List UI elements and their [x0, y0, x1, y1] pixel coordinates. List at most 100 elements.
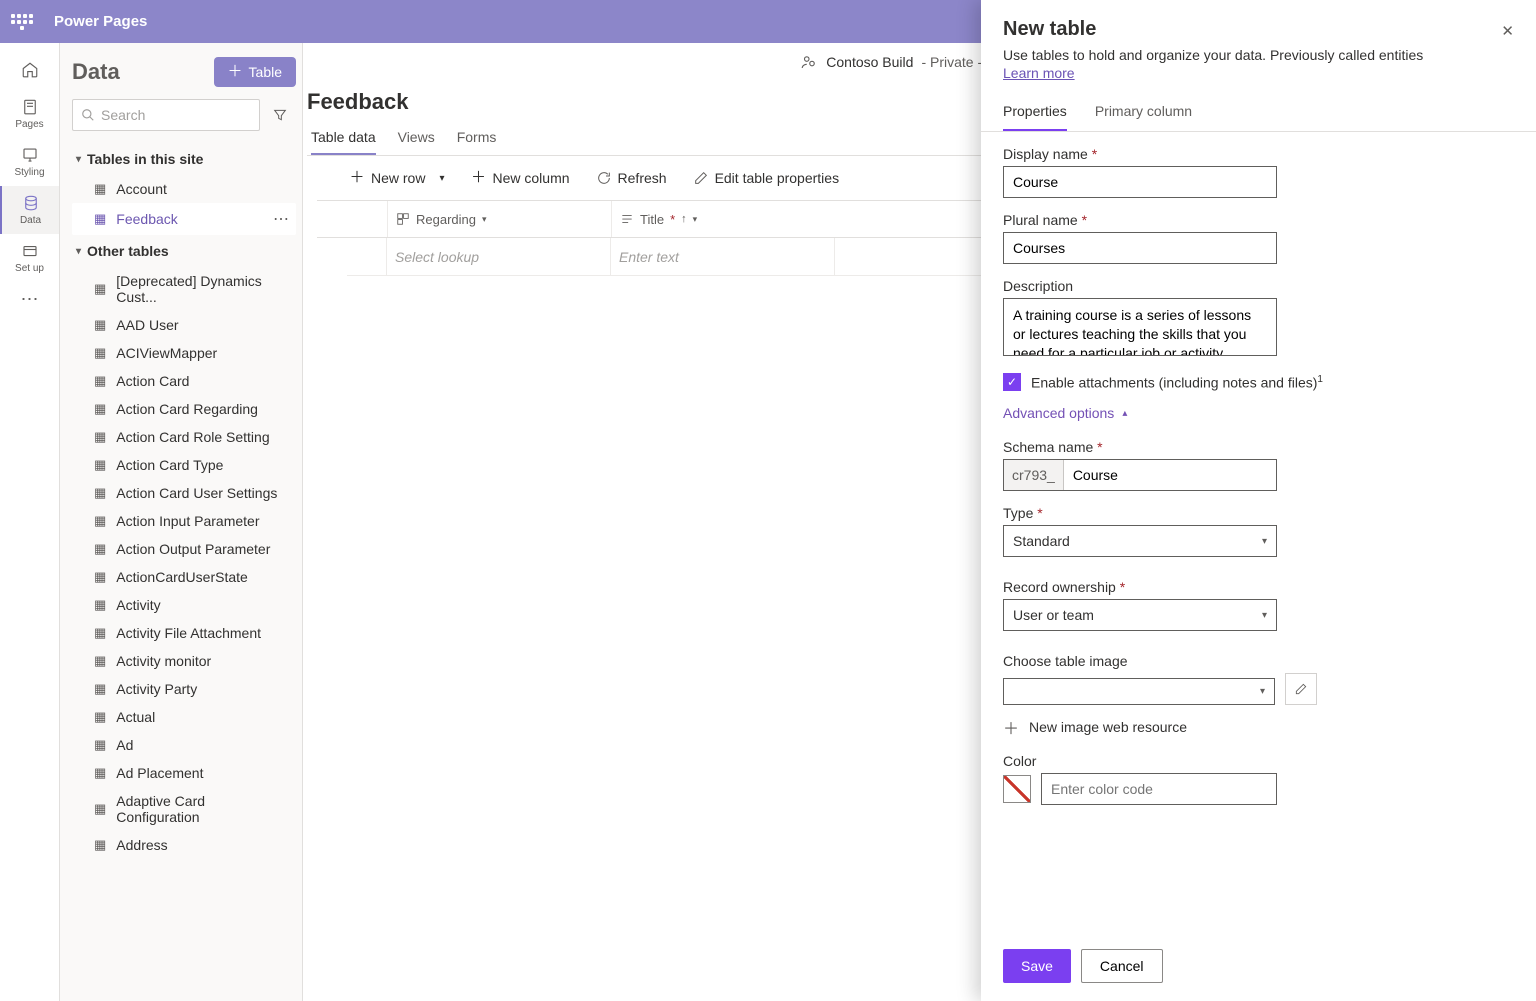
- rail-styling[interactable]: Styling: [0, 138, 59, 186]
- table-icon: ▦: [94, 765, 106, 781]
- chevron-down-icon: ▾: [1262, 536, 1267, 547]
- label-description: Description: [1003, 278, 1514, 294]
- table-icon: ▦: [94, 569, 106, 585]
- data-panel: Data ＋ Table Search ▾ Tables in this sit…: [60, 43, 303, 1001]
- table-item[interactable]: ▦Activity File Attachment: [72, 619, 296, 647]
- table-item[interactable]: ▦Adaptive Card Configuration: [72, 787, 296, 831]
- chevron-up-icon: ▴: [1122, 408, 1127, 419]
- waffle-icon[interactable]: [10, 10, 34, 34]
- table-item[interactable]: ▦Action Card Role Setting: [72, 423, 296, 451]
- color-swatch[interactable]: [1003, 775, 1031, 803]
- cell-title[interactable]: Enter text: [611, 238, 835, 275]
- tab-properties[interactable]: Properties: [1003, 103, 1067, 131]
- table-item[interactable]: ▦AAD User: [72, 311, 296, 339]
- label-choose-image: Choose table image: [1003, 653, 1514, 669]
- data-panel-title: Data: [72, 59, 120, 85]
- table-item[interactable]: ▦Activity Party: [72, 675, 296, 703]
- table-icon: ▦: [94, 513, 106, 529]
- rail-setup[interactable]: Set up: [0, 234, 59, 282]
- description-input[interactable]: [1003, 298, 1277, 356]
- table-item[interactable]: ▦ActionCardUserState: [72, 563, 296, 591]
- table-icon: ▦: [94, 681, 106, 697]
- table-item[interactable]: ▦Actual: [72, 703, 296, 731]
- refresh-button[interactable]: Refresh: [592, 168, 671, 188]
- new-column-button[interactable]: ＋New column: [467, 168, 574, 188]
- save-button[interactable]: Save: [1003, 949, 1071, 983]
- schema-prefix: cr793_: [1004, 460, 1064, 490]
- table-item[interactable]: ▦ACIViewMapper: [72, 339, 296, 367]
- table-item[interactable]: ▦Action Card Type: [72, 451, 296, 479]
- rail-more[interactable]: ⋯: [0, 282, 59, 319]
- table-item[interactable]: ▦Ad Placement: [72, 759, 296, 787]
- plus-icon: ＋: [349, 170, 365, 186]
- cell-regarding[interactable]: Select lookup: [387, 238, 611, 275]
- column-regarding[interactable]: Regarding ▾: [387, 201, 611, 237]
- tab-table-data[interactable]: Table data: [311, 121, 376, 155]
- table-icon: ▦: [94, 653, 106, 669]
- edit-properties-button[interactable]: Edit table properties: [689, 168, 844, 188]
- table-item[interactable]: ▦Activity: [72, 591, 296, 619]
- search-input[interactable]: Search: [72, 99, 260, 131]
- plural-name-input[interactable]: [1003, 232, 1277, 264]
- rail-home[interactable]: [0, 53, 59, 90]
- label-record-ownership: Record ownership *: [1003, 579, 1514, 595]
- table-icon: ▦: [94, 345, 106, 361]
- table-item[interactable]: ▦Action Card Regarding: [72, 395, 296, 423]
- table-item[interactable]: ▦Account: [72, 175, 296, 203]
- section-site-tables[interactable]: ▾ Tables in this site: [72, 143, 296, 175]
- display-name-input[interactable]: [1003, 166, 1277, 198]
- table-icon: ▦: [94, 181, 106, 197]
- table-item[interactable]: ▦Action Card User Settings: [72, 479, 296, 507]
- rail-data[interactable]: Data: [0, 186, 59, 234]
- table-item[interactable]: ▦Activity monitor: [72, 647, 296, 675]
- choose-image-select[interactable]: ▾: [1003, 678, 1275, 705]
- label-color: Color: [1003, 753, 1514, 769]
- table-icon: ▦: [94, 485, 106, 501]
- table-icon: ▦: [94, 709, 106, 725]
- new-table-button[interactable]: ＋ Table: [214, 57, 296, 87]
- table-icon: ▦: [94, 597, 106, 613]
- cancel-button[interactable]: Cancel: [1081, 949, 1163, 983]
- column-title[interactable]: Title * ↑ ▾: [611, 201, 835, 237]
- table-item[interactable]: ▦Ad: [72, 731, 296, 759]
- chevron-down-icon: ▾: [1262, 610, 1267, 621]
- table-item[interactable]: ▦Action Card: [72, 367, 296, 395]
- table-item[interactable]: ▦Action Output Parameter: [72, 535, 296, 563]
- plus-icon: ＋: [1003, 715, 1019, 739]
- table-icon: ▦: [94, 801, 106, 817]
- tab-forms[interactable]: Forms: [457, 121, 497, 155]
- checkbox-checked-icon: ✓: [1003, 373, 1021, 391]
- section-other-tables[interactable]: ▾ Other tables: [72, 235, 296, 267]
- nav-rail: Pages Styling Data Set up ⋯: [0, 43, 60, 1001]
- table-icon: ▦: [94, 625, 106, 641]
- more-icon[interactable]: ⋯: [273, 209, 290, 229]
- rail-pages[interactable]: Pages: [0, 90, 59, 138]
- advanced-options-toggle[interactable]: Advanced options ▴: [1003, 405, 1514, 421]
- record-ownership-select[interactable]: User or team▾: [1003, 599, 1277, 631]
- chevron-down-icon: ▾: [76, 246, 81, 257]
- chevron-down-icon: ▾: [693, 214, 698, 225]
- tab-views[interactable]: Views: [398, 121, 435, 155]
- table-item[interactable]: ▦Address: [72, 831, 296, 859]
- table-icon: ▦: [94, 211, 106, 227]
- close-icon[interactable]: ✕: [1501, 22, 1514, 40]
- table-item[interactable]: ▦Action Input Parameter: [72, 507, 296, 535]
- color-code-input[interactable]: [1041, 773, 1277, 805]
- new-row-button[interactable]: ＋New row: [345, 168, 429, 188]
- label-plural-name: Plural name *: [1003, 212, 1514, 228]
- new-image-button[interactable]: ＋ New image web resource: [1003, 715, 1514, 739]
- new-row-dropdown[interactable]: ▾: [435, 171, 448, 186]
- app-brand: Power Pages: [54, 13, 147, 30]
- edit-image-button[interactable]: [1285, 673, 1317, 705]
- table-item[interactable]: ▦Feedback⋯: [72, 203, 296, 235]
- label-display-name: Display name *: [1003, 146, 1514, 162]
- enable-attachments-checkbox[interactable]: ✓ Enable attachments (including notes an…: [1003, 373, 1514, 391]
- filter-icon[interactable]: [264, 99, 296, 131]
- schema-name-input[interactable]: [1064, 460, 1276, 490]
- type-select[interactable]: Standard▾: [1003, 525, 1277, 557]
- table-item[interactable]: ▦[Deprecated] Dynamics Cust...: [72, 267, 296, 311]
- plus-icon: ＋: [228, 66, 243, 78]
- table-icon: ▦: [94, 457, 106, 473]
- tab-primary-column[interactable]: Primary column: [1095, 103, 1192, 131]
- learn-more-link[interactable]: Learn more: [1003, 65, 1075, 81]
